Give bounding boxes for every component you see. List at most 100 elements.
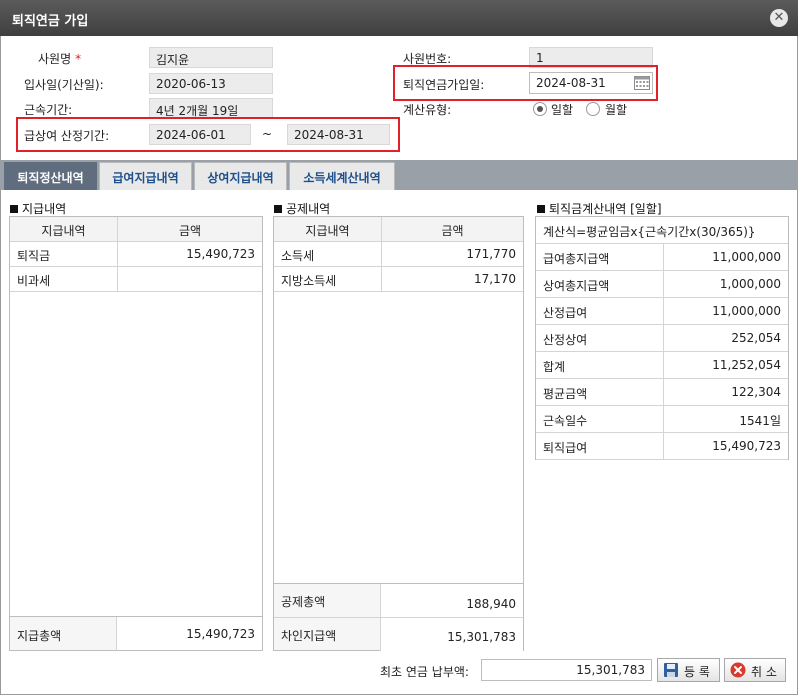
deductions-section-title: 공제내역	[274, 200, 330, 217]
hire-date-label: 입사일(기산일):	[24, 78, 104, 92]
deductions-row-amount: 17,170	[474, 272, 516, 286]
payments-col-amount: 금액	[178, 224, 202, 238]
calc-col-divider	[663, 244, 664, 459]
cancel-button[interactable]: 취 소	[724, 658, 786, 682]
tab-bonus-payments[interactable]: 상여지급내역	[194, 162, 287, 190]
table-row[interactable]: 소득세 171,770	[274, 242, 523, 267]
payments-title-text: 지급내역	[22, 202, 67, 216]
employee-name-label-text: 사원명	[38, 52, 72, 66]
calc-type-monthly-radio[interactable]	[586, 102, 600, 116]
register-button[interactable]: 등 록	[657, 658, 720, 682]
calc-type-daily-label: 일할	[551, 103, 574, 117]
calc-row-value: 122,304	[731, 385, 781, 399]
calc-title-text: 퇴직금계산내역 [일할]	[549, 202, 662, 216]
payments-total-row: 지급총액 15,490,723	[10, 616, 262, 651]
cancel-button-label: 취 소	[751, 665, 777, 679]
pension-join-date-label: 퇴직연금가입일:	[403, 78, 485, 92]
payments-total-value: 15,490,723	[117, 617, 262, 650]
square-bullet-icon	[537, 205, 545, 213]
calc-row-label: 급여총지급액	[543, 252, 610, 266]
table-row[interactable]: 지방소득세 17,170	[274, 267, 523, 292]
cancel-icon	[730, 662, 746, 678]
deductions-col-divider	[381, 217, 382, 292]
deductions-panel: 지급내역 금액 소득세 171,770 지방소득세 17,170 공제총액 18…	[273, 216, 524, 651]
table-row[interactable]: 평균금액 122,304	[536, 379, 788, 406]
table-row[interactable]: 퇴직급여 15,490,723	[536, 433, 788, 460]
calc-section-title: 퇴직금계산내역 [일할]	[537, 200, 662, 217]
deductions-net-label: 차인지급액	[281, 629, 337, 643]
deductions-total-divider	[380, 584, 381, 651]
calc-type-label: 계산유형:	[403, 103, 452, 117]
table-row[interactable]: 산정상여 252,054	[536, 325, 788, 352]
table-row[interactable]: 퇴직금 15,490,723	[10, 242, 262, 267]
table-row[interactable]: 급여총지급액 11,000,000	[536, 244, 788, 271]
payments-row-item: 퇴직금	[17, 249, 51, 263]
table-row[interactable]: 근속일수 1541일	[536, 406, 788, 433]
payments-col-divider	[117, 217, 118, 292]
pay-period-label: 급상여 산정기간:	[24, 129, 110, 143]
calc-panel: 계산식=평균임금x{근속기간x(30/365)} 급여총지급액 11,000,00…	[535, 216, 789, 460]
calendar-icon[interactable]	[634, 76, 650, 90]
initial-payment-input[interactable]: 15,301,783	[481, 659, 652, 681]
calc-row-label: 평균금액	[543, 387, 588, 401]
calc-row-value: 1541일	[739, 414, 781, 428]
tab-income-tax-calc[interactable]: 소득세계산내역	[289, 162, 395, 190]
deductions-row-item: 소득세	[281, 249, 315, 263]
calc-row-value: 252,054	[731, 331, 781, 345]
calc-row-label: 산정상여	[543, 333, 588, 347]
pay-period-tilde: ~	[262, 127, 273, 141]
save-icon	[664, 663, 678, 677]
required-mark: *	[75, 52, 82, 66]
deductions-net-value: 15,301,783	[381, 618, 523, 651]
calc-formula: 계산식=평균임금x{근속기간x(30/365)}	[543, 225, 756, 239]
pension-join-date-value: 2024-08-31	[536, 76, 606, 90]
tab-retirement-settlement[interactable]: 퇴직정산내역	[4, 162, 97, 190]
calc-row-value: 15,490,723	[712, 439, 781, 453]
window-title: 퇴직연금 가입	[12, 14, 89, 29]
deductions-header-row: 지급내역 금액	[274, 217, 523, 242]
service-period-field: 4년 2개월 19일	[149, 98, 273, 119]
deductions-col-amount: 금액	[441, 224, 464, 238]
close-icon[interactable]: ✕	[770, 9, 788, 27]
calc-row-value: 11,000,000	[712, 304, 781, 318]
calc-row-value: 11,000,000	[712, 250, 781, 264]
table-row[interactable]: 비과세	[10, 267, 262, 292]
calc-formula-row: 계산식=평균임금x{근속기간x(30/365)}	[536, 217, 788, 244]
register-button-label: 등 록	[684, 665, 710, 679]
employee-name-field: 김지윤	[149, 47, 273, 68]
calc-type-monthly-label: 월할	[605, 103, 628, 117]
hire-date-field: 2020-06-13	[149, 73, 273, 94]
deductions-total-value: 188,940	[381, 584, 523, 617]
deductions-title-text: 공제내역	[286, 202, 331, 216]
payments-row-amount	[118, 267, 262, 291]
tab-salary-payments[interactable]: 급여지급내역	[99, 162, 192, 190]
payments-panel: 지급내역 금액 퇴직금 15,490,723 비과세 지급총액 15,490,7…	[9, 216, 263, 651]
table-row[interactable]: 합계 11,252,054	[536, 352, 788, 379]
initial-payment-label: 최초 연금 납부액:	[380, 665, 469, 679]
deductions-total-rows: 공제총액 188,940 차인지급액 15,301,783	[274, 583, 523, 651]
deductions-col-item: 지급내역	[305, 224, 350, 238]
payments-row-amount: 15,490,723	[186, 247, 255, 261]
calc-row-label: 상여총지급액	[543, 279, 610, 293]
table-row[interactable]: 상여총지급액 1,000,000	[536, 271, 788, 298]
payments-col-item: 지급내역	[41, 224, 86, 238]
deductions-row-item: 지방소득세	[281, 274, 337, 288]
calc-row-label: 산정급여	[543, 306, 588, 320]
service-period-label: 근속기간:	[24, 103, 73, 117]
window-titlebar: 퇴직연금 가입 ✕	[0, 0, 798, 36]
calc-row-value: 11,252,054	[712, 358, 781, 372]
square-bullet-icon	[274, 205, 282, 213]
pay-period-to-field: 2024-08-31	[287, 124, 390, 145]
payments-header-row: 지급내역 금액	[10, 217, 262, 242]
payments-row-item: 비과세	[17, 274, 51, 288]
deductions-row-amount: 171,770	[466, 247, 516, 261]
payments-section-title: 지급내역	[10, 200, 66, 217]
table-row[interactable]: 산정급여 11,000,000	[536, 298, 788, 325]
employee-name-label: 사원명 *	[38, 50, 81, 67]
calc-type-daily-radio[interactable]	[533, 102, 547, 116]
calc-row-label: 퇴직급여	[543, 441, 588, 455]
payments-total-divider	[116, 617, 117, 651]
deductions-total-label: 공제총액	[281, 595, 326, 609]
calc-row-value: 1,000,000	[719, 277, 781, 291]
square-bullet-icon	[10, 205, 18, 213]
